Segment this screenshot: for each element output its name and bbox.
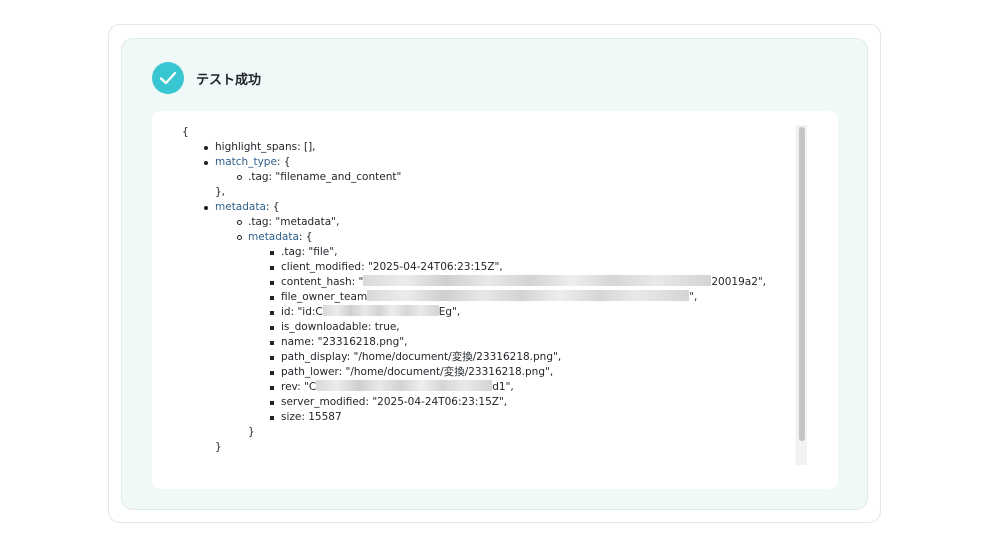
json-tree: { highlight_spans: [], match_type: { .ta… xyxy=(182,125,802,455)
field-path-lower: path_lower: "/home/document/変換/23316218.… xyxy=(248,365,802,380)
field-path-display: path_display: "/home/document/変換/2331621… xyxy=(248,350,802,365)
field-id: id: "id:C Eg", xyxy=(248,305,802,320)
redacted-block xyxy=(363,275,712,286)
json-output-panel[interactable]: { highlight_spans: [], match_type: { .ta… xyxy=(152,111,838,489)
field-file-owner-team: file_owner_team ", xyxy=(248,290,802,305)
field-tag: .tag: "file", xyxy=(248,245,802,260)
redacted-block xyxy=(322,305,439,316)
inner-metadata-line: metadata: { .tag: "file", client_modifie… xyxy=(215,230,802,425)
field-is-downloadable: is_downloadable: true, xyxy=(248,320,802,335)
metadata-line: metadata: { .tag: "metadata", metadata: … xyxy=(182,200,802,425)
success-panel: テスト成功 { highlight_spans: [], match_type:… xyxy=(121,38,868,510)
metadata-close: } xyxy=(215,441,222,453)
match-type-line: match_type: { .tag: "filename_and_conten… xyxy=(182,155,802,185)
field-client-modified: client_modified: "2025-04-24T06:23:15Z", xyxy=(248,260,802,275)
field-server-modified: server_modified: "2025-04-24T06:23:15Z", xyxy=(248,395,802,410)
metadata-key[interactable]: metadata xyxy=(215,201,266,213)
match-type-close: }, xyxy=(215,186,226,198)
field-content-hash: content_hash: " 20019a2", xyxy=(248,275,802,290)
highlight-spans-line: highlight_spans: [], xyxy=(182,140,802,155)
match-type-tag-line: .tag: "filename_and_content" xyxy=(215,170,802,185)
inner-metadata-key[interactable]: metadata xyxy=(248,231,299,243)
inner-metadata-close: } xyxy=(248,426,255,438)
redacted-block xyxy=(316,380,493,391)
vertical-scrollbar[interactable] xyxy=(796,125,807,465)
result-card: テスト成功 { highlight_spans: [], match_type:… xyxy=(108,24,881,523)
field-name: name: "23316218.png", xyxy=(248,335,802,350)
open-brace: { xyxy=(182,126,189,138)
check-circle-icon xyxy=(152,62,184,94)
result-title: テスト成功 xyxy=(196,72,262,88)
field-rev: rev: "C d1", xyxy=(248,380,802,395)
result-header: テスト成功 xyxy=(152,62,261,94)
metadata-tag-line: .tag: "metadata", xyxy=(215,215,802,230)
scrollbar-thumb[interactable] xyxy=(799,127,805,441)
field-size: size: 15587 xyxy=(248,410,802,425)
redacted-block xyxy=(367,290,690,301)
match-type-key[interactable]: match_type xyxy=(215,156,277,168)
